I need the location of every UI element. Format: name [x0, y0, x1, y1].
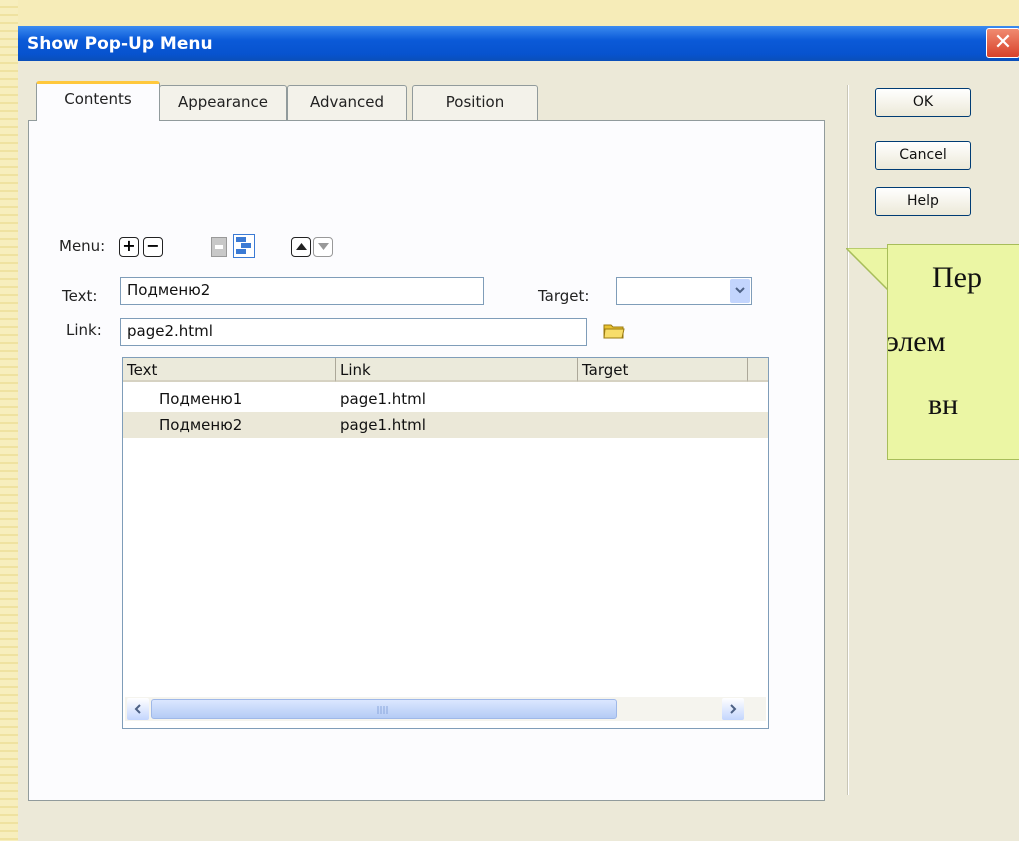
contents-panel: Menu: + − Text: Подменю2 Target: Link: p… [28, 120, 825, 801]
link-label: Link: [66, 321, 102, 339]
chevron-right-icon [730, 704, 737, 714]
menu-items-list[interactable]: Text Link Target Подменю1 page1.html Под… [122, 357, 769, 729]
move-down-button[interactable] [313, 237, 333, 257]
column-header-text[interactable]: Text [123, 358, 336, 382]
plus-icon: + [122, 236, 136, 255]
title-bar: Show Pop-Up Menu ✕ [18, 26, 1019, 61]
text-label: Text: [62, 287, 98, 305]
indent-icon [236, 237, 251, 254]
grip-icon [377, 706, 388, 714]
horizontal-scrollbar[interactable] [125, 697, 766, 721]
link-field[interactable]: page2.html [120, 318, 587, 346]
callout-line-1: Пер [932, 261, 982, 294]
move-up-icon [295, 243, 307, 250]
chevron-left-icon [134, 704, 141, 714]
callout-line-2: элем [887, 325, 946, 358]
column-header-filler [748, 358, 768, 382]
close-icon: ✕ [993, 30, 1013, 55]
cancel-button[interactable]: Cancel [875, 141, 971, 170]
cell-text: Подменю2 [159, 416, 243, 434]
target-label: Target: [538, 287, 590, 305]
minus-icon: − [146, 236, 160, 255]
cell-link: page1.html [340, 416, 426, 434]
tab-label: Advanced [309, 93, 385, 111]
table-row-selected[interactable]: Подменю2 page1.html [123, 412, 768, 438]
column-header-link[interactable]: Link [336, 358, 578, 382]
remove-item-button[interactable]: − [143, 237, 163, 257]
tab-contents[interactable]: Contents [36, 81, 160, 121]
tab-position[interactable]: Position [412, 85, 538, 121]
move-up-button[interactable] [291, 237, 311, 257]
tab-label: Appearance [177, 93, 269, 111]
tab-label: Position [445, 93, 505, 111]
help-button[interactable]: Help [875, 187, 971, 216]
text-field[interactable]: Подменю2 [120, 277, 484, 305]
dropdown-button[interactable] [730, 279, 750, 303]
callout-line-3: вн [928, 388, 959, 421]
background-strip [0, 0, 18, 841]
dialog-body: Contents Appearance Advanced Position Me… [18, 61, 1019, 841]
move-down-icon [317, 243, 329, 250]
scroll-right-button[interactable] [722, 698, 744, 720]
indent-button[interactable] [233, 234, 255, 258]
separator [847, 85, 849, 795]
cell-text: Подменю1 [159, 390, 243, 408]
outdent-button[interactable] [211, 237, 227, 257]
table-row[interactable]: Подменю1 page1.html [123, 386, 768, 412]
close-button[interactable]: ✕ [986, 28, 1019, 58]
cell-link: page1.html [340, 390, 426, 408]
add-item-button[interactable]: + [119, 237, 139, 257]
scroll-thumb[interactable] [151, 699, 617, 719]
target-select[interactable] [616, 277, 752, 305]
browse-button[interactable] [602, 319, 626, 341]
folder-icon [603, 324, 625, 339]
window-title: Show Pop-Up Menu [27, 34, 213, 54]
chevron-down-icon [735, 287, 745, 294]
tab-label: Contents [64, 90, 132, 108]
tab-appearance[interactable]: Appearance [159, 85, 287, 121]
scroll-left-button[interactable] [127, 698, 149, 720]
column-header-target[interactable]: Target [578, 358, 748, 382]
ok-button[interactable]: OK [875, 88, 971, 117]
outdent-icon [215, 245, 223, 249]
callout-note: Пер элем вн [887, 244, 1019, 460]
tab-advanced[interactable]: Advanced [287, 85, 407, 121]
menu-label: Menu: [59, 237, 106, 255]
